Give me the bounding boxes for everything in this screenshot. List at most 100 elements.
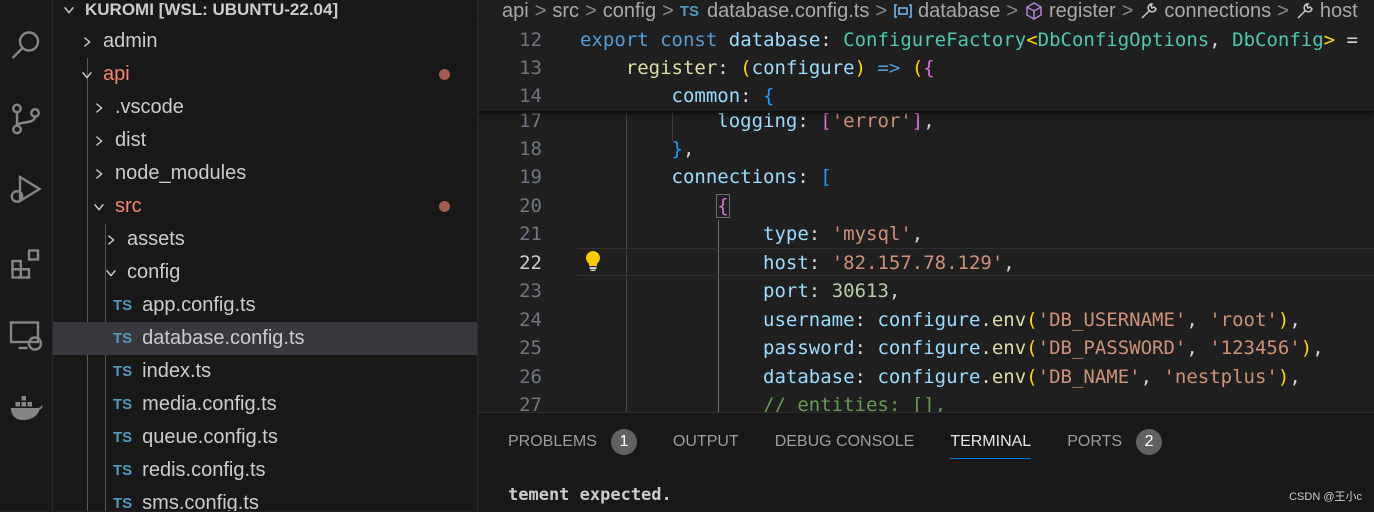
typescript-file-icon: TS [113, 396, 133, 413]
chevron-right-icon [77, 35, 97, 49]
tree-item-api[interactable]: api [53, 58, 477, 91]
code-line: 19 connections: [ [478, 163, 1374, 191]
typescript-file-icon: TS [113, 363, 133, 380]
typescript-file-icon: TS [113, 330, 133, 347]
search-icon[interactable] [0, 20, 52, 72]
tree-item-sms-config[interactable]: TS sms.config.ts [53, 487, 477, 511]
tree-item-label: api [103, 63, 130, 85]
tree-item-label: redis.config.ts [142, 459, 266, 481]
tab-label: OUTPUT [672, 433, 739, 450]
typescript-file-icon: TS [113, 429, 133, 446]
line-number: 22 [519, 252, 542, 274]
tree-item-label: media.config.ts [142, 393, 277, 415]
breadcrumb-separator: > [585, 0, 597, 22]
breadcrumb-separator: > [1121, 0, 1134, 22]
chevron-right-icon [89, 101, 109, 115]
code-text: common: { [671, 85, 775, 107]
tree-item-admin[interactable]: admin [53, 25, 477, 58]
breadcrumb-item[interactable]: api [502, 0, 529, 23]
code-line: 26 database: configure.env('DB_NAME', 'n… [478, 363, 1374, 391]
code-line: 20 { [478, 192, 1374, 220]
typescript-file-icon: TS [113, 297, 133, 314]
bottom-panel: PROBLEMS 1 OUTPUT DEBUG CONSOLE TERMINAL… [478, 412, 1374, 512]
source-control-icon[interactable] [0, 93, 52, 145]
tree-item-app-config[interactable]: TS app.config.ts [53, 289, 477, 322]
chevron-down-icon [101, 266, 121, 280]
tree-item-config[interactable]: config [53, 256, 477, 289]
tree-item-queue-config[interactable]: TS queue.config.ts [53, 421, 477, 454]
chevron-right-icon [89, 167, 109, 181]
terminal-output[interactable]: tement expected. [508, 485, 672, 505]
tree-item-label: node_modules [115, 162, 247, 184]
code-editor[interactable]: api > src > config > TS database.config.… [478, 0, 1374, 412]
watermark: CSDN @王小c [1289, 491, 1362, 503]
breadcrumb-item-symbol[interactable]: register [1024, 0, 1116, 23]
code-text: host: '82.157.78.129', [763, 252, 1015, 274]
tree-item-vscode[interactable]: .vscode [53, 91, 477, 124]
breadcrumb-item[interactable]: src [552, 0, 579, 23]
wrench-icon [1297, 3, 1313, 19]
tab-output[interactable]: OUTPUT [673, 427, 739, 457]
tree-item-media-config[interactable]: TS media.config.ts [53, 388, 477, 421]
tree-item-dist[interactable]: dist [53, 124, 477, 157]
tab-terminal[interactable]: TERMINAL [950, 427, 1031, 459]
tab-label: PORTS [1067, 433, 1123, 450]
breadcrumb-item-symbol[interactable]: host [1295, 0, 1358, 23]
tab-debug-console[interactable]: DEBUG CONSOLE [775, 427, 915, 457]
tree-item-label: sms.config.ts [142, 492, 259, 511]
breadcrumb-separator: > [875, 0, 888, 22]
code-line: 12 export const database: ConfigureFacto… [478, 26, 1374, 54]
breadcrumb-item-symbol[interactable]: database [893, 0, 1000, 23]
tab-ports[interactable]: PORTS 2 [1067, 427, 1163, 457]
docker-icon[interactable] [0, 382, 52, 434]
code-line: 25 password: configure.env('DB_PASSWORD'… [478, 334, 1374, 362]
code-text: logging: ['error'], [717, 110, 935, 132]
tree-item-redis-config[interactable]: TS redis.config.ts [53, 454, 477, 487]
remote-explorer-icon[interactable] [0, 310, 52, 362]
breadcrumb-symbol-label: register [1049, 0, 1116, 22]
code-line: 27 // entities: [], [478, 391, 1374, 412]
tree-item-label: database.config.ts [142, 327, 305, 349]
panel-tabs: PROBLEMS 1 OUTPUT DEBUG CONSOLE TERMINAL… [508, 427, 1198, 459]
run-debug-icon[interactable] [0, 163, 52, 215]
tree-item-src[interactable]: src [53, 190, 477, 223]
explorer-root-folder[interactable]: KUROMI [WSL: UBUNTU-22.04] [53, 0, 477, 26]
code-text: username: configure.env('DB_USERNAME', '… [763, 309, 1301, 331]
tree-item-label: config [127, 261, 181, 283]
breadcrumb: api > src > config > TS database.config.… [478, 0, 1374, 22]
count-badge: 1 [610, 429, 637, 455]
breadcrumb-symbol-label: connections [1164, 0, 1272, 22]
tree-item-label: .vscode [115, 96, 184, 118]
variable-icon [894, 4, 912, 18]
tree-item-assets[interactable]: assets [53, 223, 477, 256]
breadcrumb-symbol-label: host [1319, 0, 1358, 22]
tree-item-database-config[interactable]: TS database.config.ts [53, 322, 477, 355]
tree-item-label: queue.config.ts [142, 426, 278, 448]
code-line: 22 host: '82.157.78.129', [478, 249, 1374, 277]
chevron-down-icon [89, 200, 109, 214]
tab-label: PROBLEMS [508, 433, 597, 450]
code-text: port: 30613, [763, 280, 901, 302]
typescript-file-icon: TS [679, 2, 699, 20]
tree-item-index[interactable]: TS index.ts [53, 355, 477, 388]
line-number: 13 [519, 57, 542, 79]
code-line: 24 username: configure.env('DB_USERNAME'… [478, 306, 1374, 334]
code-text: register: (configure) => ({ [625, 57, 935, 79]
tree-item-node-modules[interactable]: node_modules [53, 157, 477, 190]
breadcrumb-separator: > [1277, 0, 1289, 22]
count-badge: 2 [1136, 429, 1163, 455]
breadcrumb-item-symbol[interactable]: connections [1139, 0, 1271, 23]
chevron-down-icon [59, 3, 79, 17]
tab-problems[interactable]: PROBLEMS 1 [508, 427, 637, 457]
line-number: 12 [519, 29, 542, 51]
line-number: 25 [519, 337, 542, 359]
code-line: 23 port: 30613, [478, 277, 1374, 305]
code-line: 21 type: 'mysql', [478, 220, 1374, 248]
code-text: database: configure.env('DB_NAME', 'nest… [763, 366, 1301, 388]
code-line: 18 }, [478, 135, 1374, 163]
breadcrumb-item-file[interactable]: TS database.config.ts [680, 0, 870, 23]
code-line: 13 register: (configure) => ({ [478, 54, 1374, 82]
breadcrumb-item[interactable]: config [603, 0, 656, 23]
extensions-icon[interactable] [0, 238, 52, 290]
sticky-scroll-header[interactable]: 12 export const database: ConfigureFacto… [478, 25, 1374, 111]
